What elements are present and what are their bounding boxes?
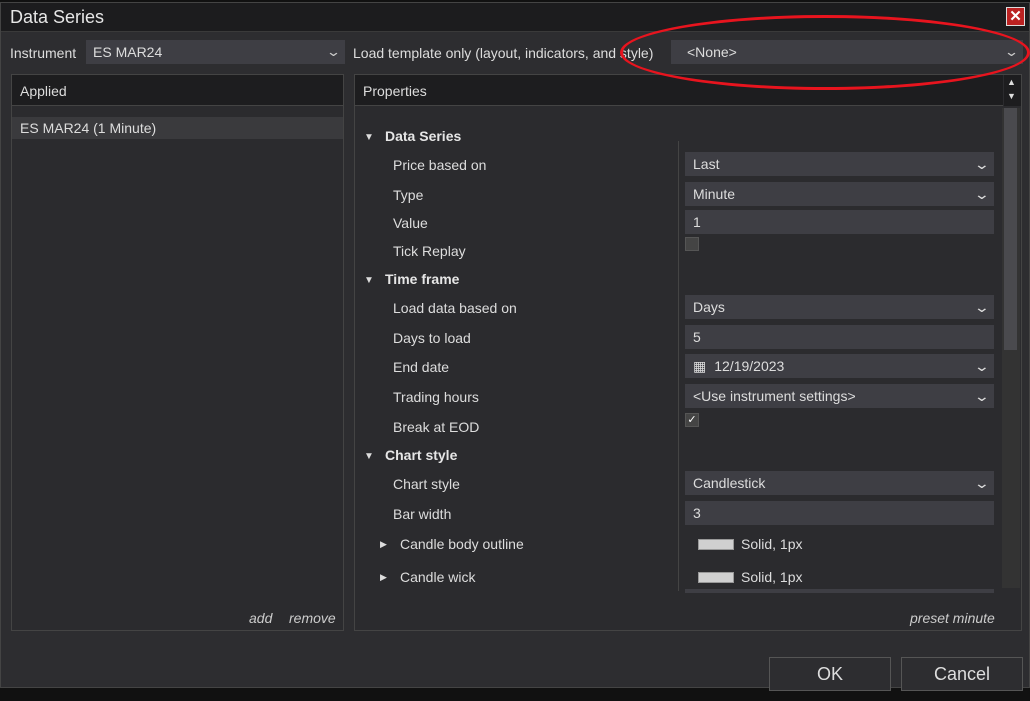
property-label: Break at EOD	[393, 419, 480, 435]
ok-button[interactable]: OK	[769, 657, 891, 691]
column-divider	[678, 141, 679, 591]
chevron-down-icon: ⌄	[973, 186, 991, 202]
chevron-down-icon: ⌄	[973, 388, 991, 404]
stroke-value[interactable]: Solid, 1px	[741, 536, 802, 552]
applied-item-label: ES MAR24 (1 Minute)	[20, 120, 157, 136]
applied-item[interactable]: ES MAR24 (1 Minute)	[12, 117, 343, 139]
property-label: End date	[393, 359, 450, 375]
property-dropdown[interactable]: Last ⌄	[685, 152, 994, 176]
property-value: Days	[693, 299, 725, 315]
stroke-swatch	[698, 572, 734, 583]
property-label: Bar width	[393, 506, 452, 522]
annotation-circle	[620, 15, 1030, 90]
property-value: 12/19/2023	[714, 358, 785, 374]
applied-header: Applied	[12, 75, 343, 106]
property-label: Value	[393, 215, 428, 231]
property-dropdown[interactable]: ▦ 12/19/2023 ⌄	[685, 354, 994, 378]
preset-link[interactable]: preset minute	[910, 610, 995, 626]
chevron-down-icon: ⌄	[973, 475, 991, 491]
property-label: Type	[393, 187, 424, 203]
property-value: Last	[693, 156, 720, 172]
instrument-dropdown[interactable]: ES MAR24 ⌄	[86, 40, 345, 64]
template-label: Load template only (layout, indicators, …	[353, 45, 654, 61]
stroke-value[interactable]: Solid, 1px	[741, 569, 802, 585]
chevron-down-icon: ⌄	[325, 44, 342, 59]
property-label: Price based on	[393, 157, 487, 173]
scroll-down-icon[interactable]: ▼	[1007, 91, 1016, 101]
property-value: Candlestick	[693, 475, 766, 491]
window-title: Data Series	[10, 7, 105, 27]
property-dropdown[interactable]: Candlestick ⌄	[685, 471, 994, 495]
properties-panel: Properties ▲ ▼ ▼ Data Series Price based on…	[354, 74, 1022, 631]
collapse-triangle-icon[interactable]: ▼	[364, 132, 374, 143]
property-label: Candle wick	[400, 569, 476, 585]
close-button[interactable]: ✕	[1006, 7, 1025, 26]
instrument-value: ES MAR24	[93, 44, 163, 60]
section-title: Data Series	[385, 128, 462, 144]
property-value: Minute	[693, 186, 736, 202]
scrollbar[interactable]	[1002, 108, 1020, 588]
data-series-dialog: Data Series ✕ Instrument ES MAR24 ⌄ Load …	[0, 2, 1030, 691]
property-dropdown[interactable]: Minute ⌄	[685, 182, 994, 206]
stroke-swatch	[698, 539, 734, 550]
calendar-icon[interactable]: ▦	[693, 358, 706, 374]
property-label: Trading hours	[393, 389, 479, 405]
chevron-down-icon: ⌄	[973, 299, 991, 315]
chevron-down-icon: ⌄	[973, 156, 991, 172]
section-title: Time frame	[385, 271, 460, 287]
collapse-triangle-icon[interactable]: ▼	[364, 451, 374, 462]
property-label: Candle body outline	[400, 536, 524, 552]
property-value: <Use instrument settings>	[693, 388, 856, 404]
property-label: Tick Replay	[393, 243, 466, 259]
property-label: Load data based on	[393, 300, 517, 316]
section-title: Chart style	[385, 447, 458, 463]
property-input[interactable]: 5	[685, 325, 994, 349]
chevron-down-icon: ⌄	[973, 358, 991, 374]
property-label: Days to load	[393, 330, 471, 346]
remove-link[interactable]: remove	[289, 610, 336, 626]
scroll-buttons[interactable]: ▲ ▼	[1004, 75, 1021, 106]
instrument-label: Instrument	[10, 45, 77, 61]
cancel-button[interactable]: Cancel	[901, 657, 1023, 691]
close-icon: ✕	[1009, 8, 1022, 25]
property-dropdown[interactable]: <Use instrument settings> ⌄	[685, 384, 994, 408]
property-row-partial	[685, 589, 994, 593]
applied-panel: Applied ES MAR24 (1 Minute) add remove	[11, 74, 344, 631]
property-checkbox[interactable]	[685, 237, 699, 251]
scrollbar-thumb[interactable]	[1004, 108, 1017, 350]
property-label: Chart style	[393, 476, 460, 492]
collapse-triangle-icon[interactable]: ▼	[364, 275, 374, 286]
expand-triangle-icon[interactable]: ▶	[380, 539, 387, 550]
add-link[interactable]: add	[249, 610, 272, 626]
property-input[interactable]: 1	[685, 210, 994, 234]
property-checkbox[interactable]: ✓	[685, 413, 699, 427]
property-dropdown[interactable]: Days ⌄	[685, 295, 994, 319]
expand-triangle-icon[interactable]: ▶	[380, 572, 387, 583]
scroll-up-icon[interactable]: ▲	[1007, 77, 1016, 87]
property-input[interactable]: 3	[685, 501, 994, 525]
